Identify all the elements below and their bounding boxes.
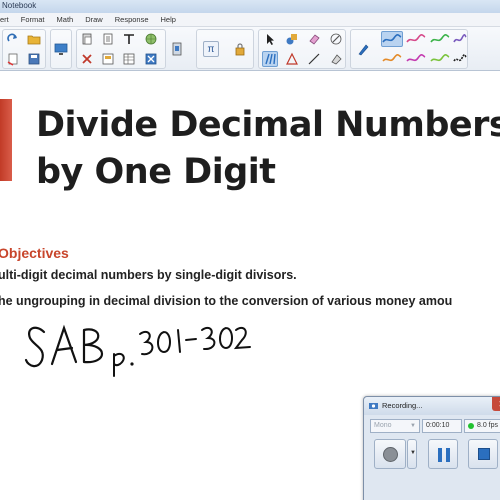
status-indicator-icon bbox=[468, 423, 474, 429]
redo-icon[interactable] bbox=[5, 31, 21, 47]
dropdown-arrow-icon: ▼ bbox=[410, 450, 416, 456]
menu-math[interactable]: Math bbox=[51, 13, 80, 26]
title-line-1: Divide Decimal Numbers bbox=[36, 105, 500, 145]
menu-help[interactable]: Help bbox=[155, 13, 182, 26]
fill-icon[interactable] bbox=[328, 51, 344, 67]
objective-1: ulti-digit decimal numbers by single-dig… bbox=[0, 268, 297, 282]
layout-icon[interactable] bbox=[100, 51, 116, 67]
pen-style-magenta[interactable] bbox=[405, 51, 427, 67]
frame-rate-value: 8.0 fps bbox=[477, 422, 499, 429]
window-title: Notebook bbox=[2, 1, 37, 10]
paste-icon[interactable] bbox=[79, 31, 95, 47]
math-tools-icon[interactable]: π bbox=[203, 41, 219, 57]
handwritten-note bbox=[24, 324, 251, 377]
pi-label: π bbox=[207, 43, 215, 55]
lock-icon[interactable] bbox=[232, 41, 248, 57]
pen-style-blue[interactable] bbox=[381, 31, 403, 47]
pause-button[interactable] bbox=[428, 439, 458, 469]
delete-page-icon[interactable] bbox=[5, 51, 21, 67]
objectives-heading: Objectives bbox=[0, 245, 69, 261]
document-icon[interactable] bbox=[100, 31, 116, 47]
table-icon[interactable] bbox=[121, 51, 137, 67]
globe-icon[interactable] bbox=[143, 31, 159, 47]
text-tool-icon[interactable] bbox=[121, 31, 137, 47]
close-box-icon[interactable] bbox=[143, 51, 159, 67]
triangle-icon[interactable] bbox=[284, 51, 300, 67]
elapsed-time-value: 0:00:10 bbox=[426, 422, 450, 429]
recorder-title: Recording... bbox=[382, 401, 423, 410]
window-titlebar: Notebook bbox=[0, 0, 500, 13]
line-tool-icon[interactable] bbox=[306, 51, 322, 67]
chevron-down-icon: ▼ bbox=[410, 423, 416, 429]
save-icon[interactable] bbox=[26, 51, 42, 67]
record-button[interactable] bbox=[374, 439, 406, 469]
magic-pen-icon[interactable] bbox=[328, 31, 344, 47]
recorder-titlebar[interactable]: Recording... bbox=[364, 397, 500, 415]
capture-icon[interactable] bbox=[169, 41, 185, 57]
title-line-2: by One Digit bbox=[36, 152, 276, 192]
pen-style-red[interactable] bbox=[405, 31, 427, 47]
pen-style-lime[interactable] bbox=[429, 51, 451, 67]
pen-icon[interactable] bbox=[355, 41, 371, 57]
stop-button[interactable] bbox=[468, 439, 498, 469]
notebook-app: Notebook ert Format Math Draw Response H… bbox=[0, 0, 500, 500]
recorder-close-button[interactable]: ✕ bbox=[492, 397, 500, 411]
audio-source-value: Mono bbox=[374, 422, 392, 429]
record-options-button[interactable]: ▼ bbox=[407, 439, 417, 469]
pen-style-black[interactable] bbox=[453, 51, 467, 67]
frame-rate: 8.0 fps bbox=[464, 419, 500, 433]
cut-icon[interactable] bbox=[79, 51, 95, 67]
pen-style-orange[interactable] bbox=[381, 51, 403, 67]
menu-format[interactable]: Format bbox=[15, 13, 51, 26]
page-title: Divide Decimal Numbers by One Digit bbox=[36, 102, 500, 196]
title-accent-bar bbox=[0, 99, 12, 181]
record-icon bbox=[383, 447, 398, 462]
recorder-window[interactable]: Recording... ✕ Mono ▼ 0:00:10 8.0 fps ▼ bbox=[363, 396, 500, 500]
objective-2: he ungrouping in decimal division to the… bbox=[0, 294, 453, 308]
pen-tool-icon[interactable] bbox=[262, 51, 278, 67]
recorder-app-icon bbox=[369, 403, 378, 409]
menu-draw[interactable]: Draw bbox=[79, 13, 109, 26]
menu-bar: ert Format Math Draw Response Help bbox=[0, 13, 500, 27]
open-folder-icon[interactable] bbox=[26, 31, 42, 47]
audio-source-select[interactable]: Mono ▼ bbox=[370, 419, 420, 433]
toolbar: π bbox=[0, 27, 500, 71]
select-arrow-icon[interactable] bbox=[262, 31, 278, 47]
pause-icon bbox=[438, 448, 450, 462]
stop-icon bbox=[478, 448, 490, 460]
menu-response[interactable]: Response bbox=[109, 13, 155, 26]
pen-style-green[interactable] bbox=[429, 31, 451, 47]
screen-shade-icon[interactable] bbox=[53, 41, 69, 57]
elapsed-time: 0:00:10 bbox=[422, 419, 462, 433]
eraser-icon[interactable] bbox=[306, 31, 322, 47]
menu-insert[interactable]: ert bbox=[0, 13, 15, 26]
pen-style-purple[interactable] bbox=[453, 31, 467, 47]
shape-tool-icon[interactable] bbox=[284, 31, 300, 47]
